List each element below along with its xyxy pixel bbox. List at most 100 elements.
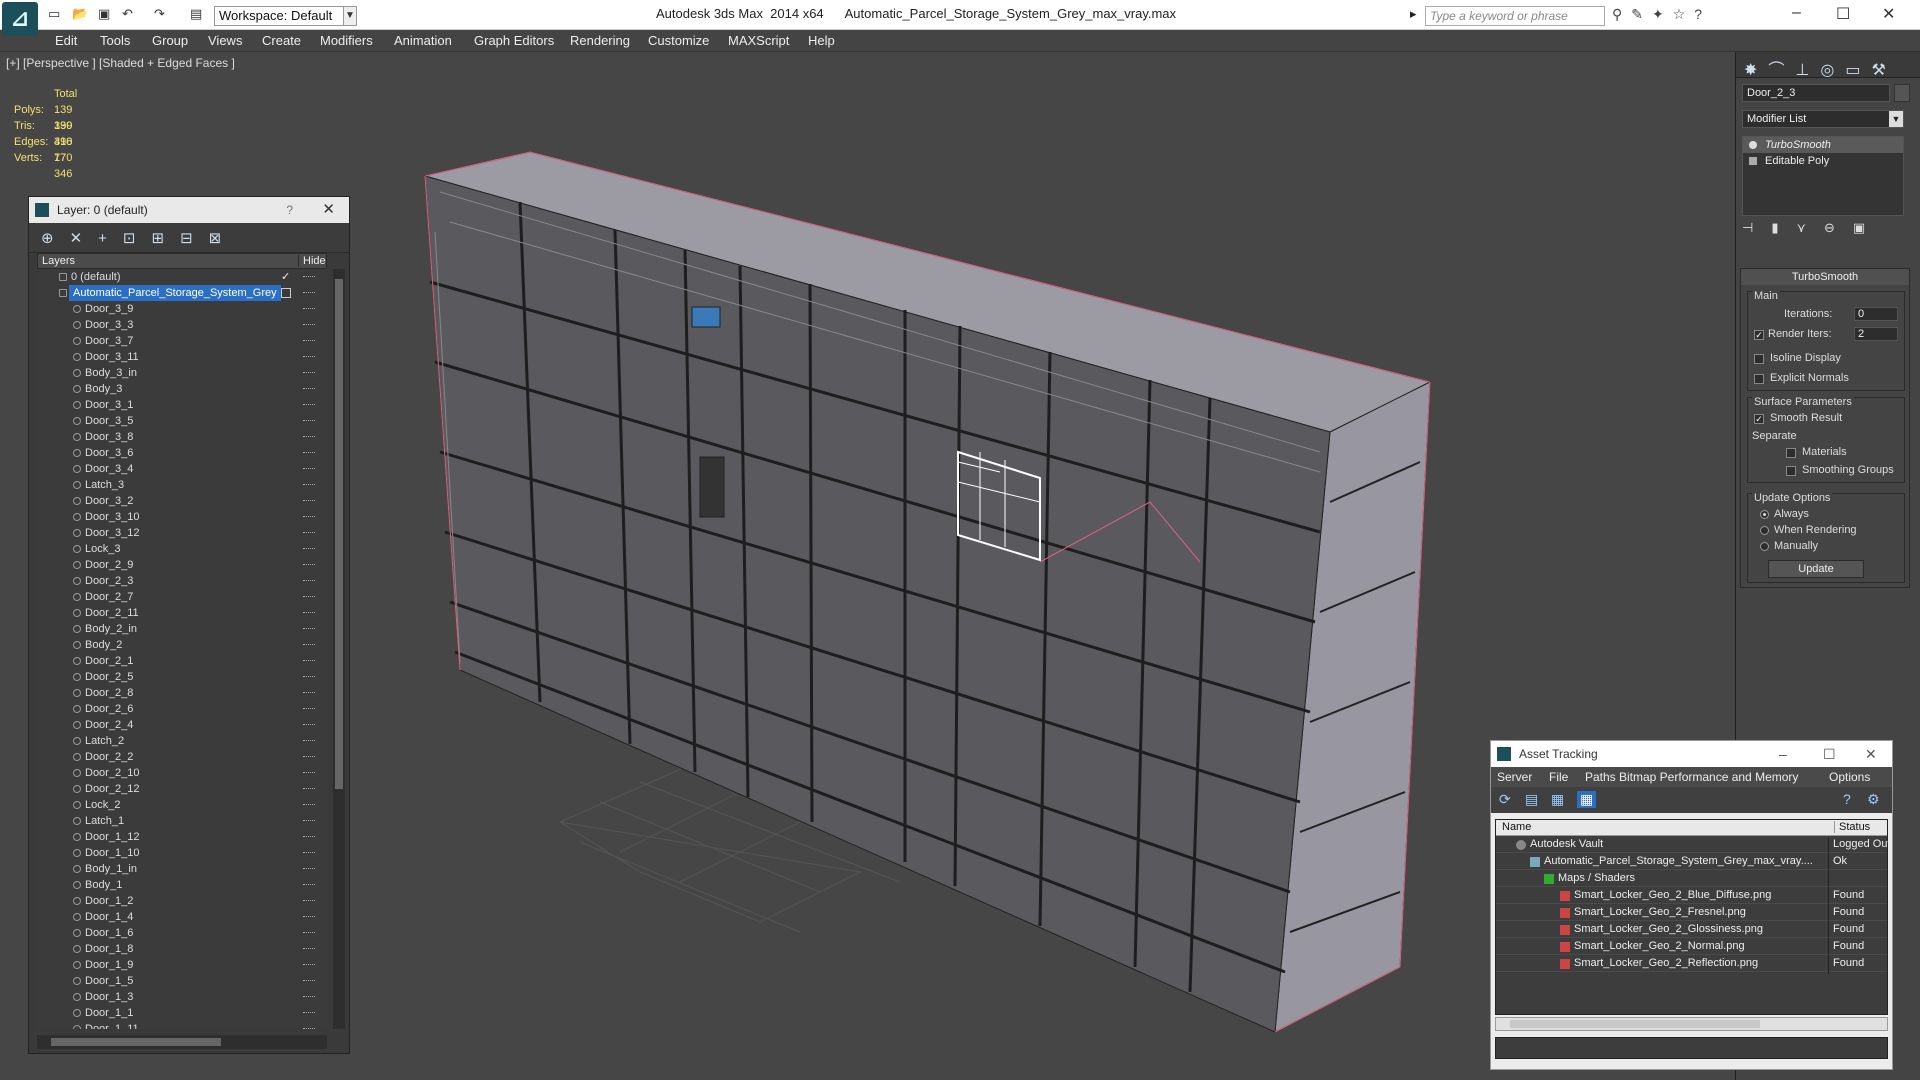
layer-hscrollbar[interactable] [37, 1035, 327, 1049]
render-iters-spinner[interactable]: 2 [1854, 327, 1898, 341]
layer-object-row[interactable]: Door_2_9 [37, 557, 327, 573]
layer-object-row[interactable]: Door_1_3 [37, 989, 327, 1005]
hide-toggle[interactable] [303, 356, 315, 358]
layer-object-row[interactable]: Door_1_11 [37, 1021, 327, 1029]
hide-toggle[interactable] [303, 900, 315, 902]
hide-toggle[interactable] [303, 532, 315, 534]
search-input[interactable]: Type a keyword or phrase [1425, 6, 1605, 26]
hide-toggle[interactable] [303, 964, 315, 966]
always-radio[interactable] [1760, 510, 1769, 519]
menu-animation[interactable]: Animation [394, 33, 452, 48]
hide-toggle[interactable] [303, 948, 315, 950]
layer-object-row[interactable]: Body_3_in [37, 365, 327, 381]
maximize-icon[interactable]: ☐ [1836, 4, 1850, 24]
freeze-all-icon[interactable]: ⊠ [209, 230, 238, 247]
chevron-down-icon[interactable]: ▼ [343, 6, 357, 26]
delete-layer-icon[interactable]: ✕ [70, 230, 99, 247]
menu-rendering[interactable]: Rendering [570, 33, 630, 48]
col-layers[interactable]: Layers [42, 255, 75, 267]
menu-tools[interactable]: Tools [100, 33, 130, 48]
layer-object-row[interactable]: Door_1_2 [37, 893, 327, 909]
asset-menu-options[interactable]: Options [1829, 770, 1870, 784]
hide-toggle[interactable] [303, 420, 315, 422]
menu-edit[interactable]: Edit [55, 33, 77, 48]
hide-toggle[interactable] [303, 916, 315, 918]
hide-toggle[interactable] [303, 756, 315, 758]
hide-toggle[interactable] [303, 996, 315, 998]
hide-toggle[interactable] [303, 628, 315, 630]
search-expand-icon[interactable]: ▸ [1410, 6, 1417, 22]
hide-toggle[interactable] [303, 804, 315, 806]
new-layer-icon[interactable]: ⊕ [41, 230, 70, 247]
layer-object-row[interactable]: Door_3_5 [37, 413, 327, 429]
menu-modifiers[interactable]: Modifiers [320, 33, 373, 48]
layer-object-row[interactable]: Door_2_5 [37, 669, 327, 685]
hide-toggle[interactable] [303, 1028, 315, 1029]
viewport-label[interactable]: [+] [Perspective ] [Shaded + Edged Faces… [6, 56, 235, 70]
table-row[interactable]: Smart_Locker_Geo_2_Glossiness.png Found [1496, 921, 1887, 940]
hide-toggle[interactable] [303, 468, 315, 470]
layer-object-row[interactable]: Door_3_12 [37, 525, 327, 541]
hide-toggle[interactable] [303, 836, 315, 838]
layer-object-row[interactable]: Body_3 [37, 381, 327, 397]
rollout-title[interactable]: TurboSmooth [1741, 269, 1909, 285]
layer-object-row[interactable]: Door_1_12 [37, 829, 327, 845]
minimize-icon[interactable]: – [1792, 4, 1801, 22]
layer-object-row[interactable]: Door_2_7 [37, 589, 327, 605]
hide-toggle[interactable] [303, 564, 315, 566]
hide-toggle[interactable] [303, 1012, 315, 1014]
asset-menu-file[interactable]: File [1549, 770, 1568, 784]
asset-menu-paths[interactable]: Paths [1585, 770, 1616, 784]
layer-object-row[interactable]: Door_3_6 [37, 445, 327, 461]
layer-object-row[interactable]: Door_2_8 [37, 685, 327, 701]
hide-toggle[interactable] [303, 772, 315, 774]
tools-icon[interactable]: ✦ [1652, 6, 1673, 22]
asset-menu-server[interactable]: Server [1497, 770, 1532, 784]
iterations-spinner[interactable]: 0 [1854, 307, 1898, 321]
layer-object-row[interactable]: Body_1_in [37, 861, 327, 877]
active-layer-box-icon[interactable] [281, 288, 291, 298]
hide-toggle[interactable] [303, 884, 315, 886]
hide-toggle[interactable] [303, 932, 315, 934]
make-unique-icon[interactable]: ⋎ [1796, 220, 1824, 235]
update-button[interactable]: Update [1768, 560, 1864, 578]
menu-create[interactable]: Create [262, 33, 301, 48]
layer-object-row[interactable]: Latch_2 [37, 733, 327, 749]
bulb-icon[interactable] [1749, 141, 1757, 149]
table-row[interactable]: Smart_Locker_Geo_2_Reflection.png Found [1496, 955, 1887, 974]
layer-object-row[interactable]: Door_1_9 [37, 957, 327, 973]
hide-toggle[interactable] [303, 308, 315, 310]
pin-stack-icon[interactable]: ⊣ [1742, 220, 1771, 235]
save-file-icon[interactable]: ▣ [98, 6, 110, 22]
layer-object-row[interactable]: Door_3_8 [37, 429, 327, 445]
layer-object-row[interactable]: Door_1_6 [37, 925, 327, 941]
hide-toggle[interactable] [303, 724, 315, 726]
utilities-tab-icon[interactable]: ⚒ [1871, 62, 1896, 79]
layer-object-row[interactable]: Door_2_3 [37, 573, 327, 589]
menu-group[interactable]: Group [152, 33, 188, 48]
asset-hscrollbar[interactable] [1495, 1017, 1888, 1031]
app-logo-icon[interactable]: ⊿ [2, 2, 38, 36]
table-row[interactable]: Autodesk Vault Logged Out [1496, 836, 1888, 855]
display-tab-icon[interactable]: ▭ [1845, 62, 1871, 79]
col-status[interactable]: Status [1834, 821, 1870, 833]
create-tab-icon[interactable]: ✸ [1744, 62, 1768, 79]
table-row[interactable]: Automatic_Parcel_Storage_System_Grey_max… [1496, 853, 1887, 872]
minimize-icon[interactable]: – [1779, 741, 1787, 767]
layer-object-row[interactable]: Door_2_2 [37, 749, 327, 765]
hide-toggle[interactable] [303, 404, 315, 406]
stack-item-editable-poly[interactable]: Editable Poly [1743, 153, 1903, 169]
chevron-down-icon[interactable]: ▼ [1889, 111, 1903, 127]
menu-help[interactable]: Help [808, 33, 835, 48]
modifier-stack[interactable]: TurboSmooth Editable Poly [1742, 136, 1904, 216]
hide-toggle[interactable] [303, 596, 315, 598]
hide-toggle[interactable] [303, 644, 315, 646]
object-color-swatch[interactable] [1894, 84, 1910, 102]
layer-object-row[interactable]: Door_3_1 [37, 397, 327, 413]
new-file-icon[interactable]: ▭ [48, 6, 60, 22]
close-icon[interactable]: ✕ [1882, 4, 1895, 24]
hide-toggle[interactable] [303, 340, 315, 342]
hide-toggle[interactable] [303, 980, 315, 982]
hide-toggle[interactable] [303, 548, 315, 550]
project-folder-icon[interactable]: ▤ [190, 6, 202, 22]
